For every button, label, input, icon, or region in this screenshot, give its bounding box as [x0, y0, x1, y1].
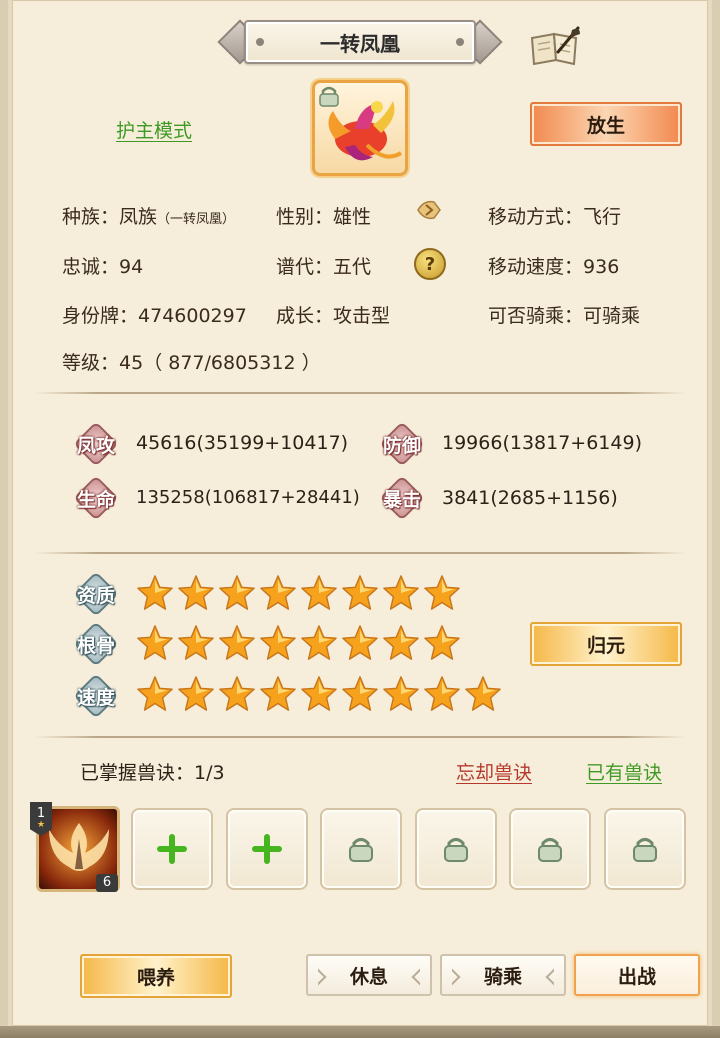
speed-stars [136, 675, 502, 715]
star-icon [219, 676, 255, 711]
star-icon [260, 625, 296, 660]
bottom-strip [0, 1026, 720, 1038]
rest-button[interactable]: 休息 [306, 954, 432, 996]
pet-name-title: 一转凤凰 [244, 20, 476, 64]
forget-skill-link[interactable]: 忘却兽诀 [456, 758, 532, 785]
return-origin-button[interactable]: 归元 [530, 622, 682, 666]
speed-badge: 速度 [73, 673, 119, 719]
attack-value: 45616(35199+10417) [136, 432, 349, 454]
growth-field: 成长：攻击型 [276, 305, 391, 327]
aptitude-badge: 资质 [73, 571, 119, 617]
star-icon [219, 625, 255, 660]
gender-field: 性别：雄性 [276, 206, 372, 228]
release-button[interactable]: 放生 [530, 102, 682, 146]
skill-slot-2[interactable] [131, 808, 213, 890]
race-field: 种族：凤族（一转凤凰） [62, 206, 236, 228]
divider [34, 392, 686, 394]
star-icon [424, 625, 460, 660]
id-tag-field: 身份牌：474600297 [62, 305, 247, 327]
hp-badge: 生命 [73, 475, 119, 521]
move-type-field: 移动方式：飞行 [488, 206, 622, 228]
gender-swap-icon[interactable] [414, 196, 444, 224]
skill-slot-6[interactable] [509, 808, 591, 890]
star-icon [301, 625, 337, 660]
skill-slot-3[interactable] [226, 808, 308, 890]
star-icon [260, 575, 296, 610]
skill-slot-7[interactable] [604, 808, 686, 890]
padlock-icon [633, 838, 657, 862]
star-icon [301, 575, 337, 610]
padlock-icon [317, 85, 341, 107]
rideable-field: 可否骑乘：可骑乘 [488, 305, 641, 327]
divider [34, 552, 686, 554]
battle-button[interactable]: 出战 [574, 954, 700, 996]
star-icon [383, 676, 419, 711]
attack-badge: 凤攻 [73, 421, 119, 467]
skill-count: 已掌握兽诀：1/3 [80, 762, 225, 784]
defense-badge: 防御 [379, 421, 425, 467]
padlock-icon [538, 838, 562, 862]
star-icon [137, 625, 173, 660]
star-icon [465, 676, 501, 711]
loyalty-field: 忠诚：94 [62, 256, 144, 278]
star-icon [342, 625, 378, 660]
skill-tier-badge: 1 ★ [30, 802, 52, 836]
star-icon [383, 625, 419, 660]
hp-value: 135258(106817+28441) [136, 487, 360, 508]
defense-value: 19966(13817+6149) [442, 432, 642, 454]
star-icon [178, 575, 214, 610]
padlock-icon [444, 838, 468, 862]
aptitude-stars [136, 574, 461, 614]
ride-button[interactable]: 骑乘 [440, 954, 566, 996]
star-icon [424, 575, 460, 610]
star-icon [342, 676, 378, 711]
feed-button[interactable]: 喂养 [80, 954, 232, 998]
star-icon [383, 575, 419, 610]
star-icon [301, 676, 337, 711]
crit-value: 3841(2685+1156) [442, 487, 618, 509]
star-icon [424, 676, 460, 711]
star-icon [137, 575, 173, 610]
owned-skills-link[interactable]: 已有兽诀 [586, 758, 662, 785]
guard-mode-link[interactable]: 护主模式 [116, 116, 192, 143]
move-speed-field: 移动速度：936 [488, 256, 620, 278]
star-icon [137, 676, 173, 711]
skill-slot-5[interactable] [415, 808, 497, 890]
star-icon [260, 676, 296, 711]
title-banner: 一转凤凰 [217, 19, 503, 65]
generation-field: 谱代：五代 [276, 256, 372, 278]
bone-badge: 根骨 [73, 621, 119, 667]
divider [34, 736, 686, 738]
pet-portrait[interactable] [312, 80, 408, 176]
plus-icon [252, 834, 282, 864]
padlock-icon [349, 838, 373, 862]
skill-level-badge: 6 [96, 874, 118, 892]
star-icon [178, 676, 214, 711]
scroll-quill-icon[interactable] [530, 26, 582, 66]
bone-stars [136, 624, 461, 664]
crit-badge: 暴击 [379, 475, 425, 521]
help-icon[interactable]: ? [414, 248, 446, 280]
level-field: 等级：45（ 877/6805312 ） [62, 352, 321, 374]
plus-icon [157, 834, 187, 864]
skill-slot-4[interactable] [320, 808, 402, 890]
star-icon [342, 575, 378, 610]
star-icon [178, 625, 214, 660]
star-icon [219, 575, 255, 610]
